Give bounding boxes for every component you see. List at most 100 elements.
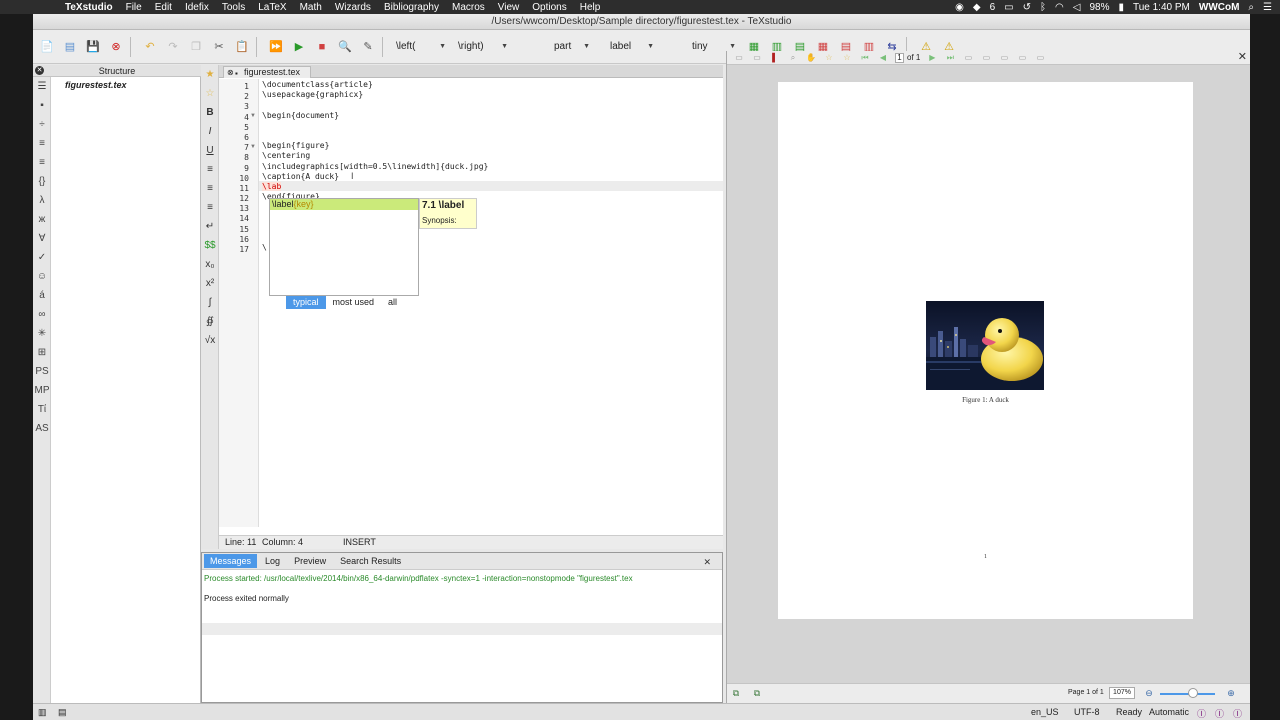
align-center-icon[interactable]: ≡ — [201, 179, 219, 198]
notification-center-icon[interactable]: ☰ — [1263, 2, 1272, 13]
delimiters-icon[interactable]: {} — [33, 172, 51, 191]
view-pdf-icon[interactable]: 🔍 — [336, 38, 354, 56]
menu-math[interactable]: Math — [300, 2, 322, 13]
menu-view[interactable]: View — [498, 2, 520, 13]
tab-figurestest[interactable]: ⊗ ▪ figurestest.tex — [223, 66, 312, 78]
dropbox-icon[interactable]: ◆ — [973, 2, 981, 13]
redo-icon[interactable]: ↷ — [164, 38, 182, 56]
smiley-icon[interactable]: ☺ — [33, 267, 51, 286]
open-file-icon[interactable]: ▤ — [61, 38, 79, 56]
airplay-icon[interactable]: ▭ — [1004, 2, 1013, 13]
save-icon[interactable]: 💾 — [84, 38, 102, 56]
language-select[interactable]: en_US — [1031, 707, 1059, 717]
volume-icon[interactable]: ◁ — [1073, 2, 1081, 13]
stop-icon[interactable]: ■ — [313, 38, 331, 56]
bold-icon[interactable]: B — [201, 103, 219, 122]
pdf-prev-page-icon[interactable]: ◀ — [877, 53, 889, 63]
completion-tab-most-used[interactable]: most used — [326, 296, 382, 309]
tab-messages[interactable]: Messages — [204, 554, 258, 568]
pdf-page[interactable]: Figure 1: A duck 1 — [778, 82, 1193, 619]
close-icon[interactable]: ✕ — [697, 555, 717, 569]
underline-icon[interactable]: U — [201, 141, 219, 160]
pdf-zoom-icon[interactable]: ⌕ — [787, 53, 799, 63]
asymptote-icon[interactable]: AS — [33, 419, 51, 438]
compile-icon[interactable]: ▶ — [290, 38, 308, 56]
pdf-star-next-icon[interactable]: ☆ — [841, 53, 853, 63]
accent-icon[interactable]: á — [33, 286, 51, 305]
pdf-first-page-icon[interactable]: ⏮ — [859, 53, 871, 63]
notification-badge[interactable]: 6 — [990, 2, 996, 13]
menu-edit[interactable]: Edit — [155, 2, 172, 13]
bookmark-icon[interactable]: ★ — [201, 65, 219, 84]
pdf-single-page-icon[interactable]: ▭ — [998, 53, 1010, 63]
pdf-print-icon[interactable]: ▭ — [751, 53, 763, 63]
zoom-out-icon[interactable]: ⊖ — [1143, 687, 1155, 699]
tab-log[interactable]: Log — [259, 554, 286, 568]
cut-icon[interactable]: ✂ — [210, 38, 228, 56]
undo-icon[interactable]: ↶ — [141, 38, 159, 56]
pdf-sync-back-icon[interactable]: ⧉ — [751, 687, 763, 699]
menu-help[interactable]: Help — [580, 2, 601, 13]
pdf-continuous-icon[interactable]: ▭ — [1016, 53, 1028, 63]
structure-icon[interactable]: ☰ — [33, 77, 51, 96]
align-left-icon[interactable]: ≡ — [201, 160, 219, 179]
autocomplete-list[interactable]: \label{key} — [269, 198, 419, 296]
metapost-icon[interactable]: MP — [33, 381, 51, 400]
new-file-icon[interactable]: 📄 — [38, 38, 56, 56]
menu-latex[interactable]: LaTeX — [258, 2, 286, 13]
time-machine-icon[interactable]: ↺ — [1023, 2, 1031, 13]
pdf-page-input[interactable]: 1 — [895, 52, 904, 63]
structure-file-entry[interactable]: figurestest.tex — [65, 80, 127, 90]
subscript-icon[interactable]: x₀ — [201, 255, 219, 274]
menu-idefix[interactable]: Idefix — [185, 2, 209, 13]
completion-tab-all[interactable]: all — [381, 296, 404, 309]
pdf-next-page-icon[interactable]: ▶ — [926, 53, 938, 63]
pdf-sync-icon[interactable]: ⧉ — [730, 687, 742, 699]
toggle-structure-icon[interactable]: ▥ — [38, 707, 47, 718]
bookmark-next-icon[interactable]: ☆ — [201, 84, 219, 103]
tab-search-results[interactable]: Search Results — [334, 554, 407, 568]
autocomplete-item-selected[interactable]: \label{key} — [270, 199, 418, 210]
pdf-star-icon[interactable]: ☆ — [823, 53, 835, 63]
pdf-bookmark-icon[interactable]: ▌ — [769, 53, 781, 63]
close-tab-icon[interactable]: ⊗ — [227, 67, 234, 78]
user-name[interactable]: WWCoM — [1199, 2, 1240, 13]
menu-options[interactable]: Options — [532, 2, 566, 13]
spotlight-icon[interactable]: ⌕ — [1248, 2, 1254, 13]
pdf-hand-icon[interactable]: ✋ — [805, 53, 817, 63]
build-view-icon[interactable]: ⏩ — [267, 38, 285, 56]
tikz-commands-icon[interactable]: Tί — [33, 400, 51, 419]
tikz-icon[interactable]: ⊞ — [33, 343, 51, 362]
asterisk-icon[interactable]: ✳ — [33, 324, 51, 343]
menu-macros[interactable]: Macros — [452, 2, 485, 13]
close-file-icon[interactable]: ⊗ — [107, 38, 125, 56]
close-icon[interactable]: ✕ — [35, 66, 44, 75]
pdf-fit-page-icon[interactable]: ▭ — [980, 53, 992, 63]
fold-arrow-icon[interactable]: ▼ — [250, 144, 256, 150]
relation-icon[interactable]: ÷ — [33, 115, 51, 134]
close-icon[interactable]: ✕ — [1238, 51, 1247, 64]
grammar-icon[interactable]: Ⓘ — [1215, 707, 1224, 720]
battery-text[interactable]: 98% — [1089, 2, 1109, 13]
copy-icon[interactable]: ❐ — [187, 38, 205, 56]
menu-tools[interactable]: Tools — [222, 2, 245, 13]
left-delimiter-combo[interactable]: \left(▼ — [392, 38, 450, 56]
menu-wizards[interactable]: Wizards — [335, 2, 371, 13]
italic-icon[interactable]: I — [201, 122, 219, 141]
record-icon[interactable]: ◉ — [955, 2, 964, 13]
align-right-icon[interactable]: ≡ — [201, 198, 219, 217]
fraction-icon[interactable]: ∫ — [201, 293, 219, 312]
clock-text[interactable]: Tue 1:40 PM — [1133, 2, 1190, 13]
right-delimiter-combo[interactable]: \right) ▼ — [454, 38, 512, 56]
completion-tab-typical[interactable]: typical — [286, 296, 326, 309]
newline-icon[interactable]: ↵ — [201, 217, 219, 236]
pdf-zoom-select[interactable]: 107% — [1109, 687, 1135, 699]
sectioning-combo[interactable]: part ▼ — [516, 38, 594, 56]
math-mode-icon[interactable]: $$ — [201, 236, 219, 255]
battery-icon[interactable]: ▮ — [1118, 2, 1124, 13]
superscript-icon[interactable]: x² — [201, 274, 219, 293]
zoom-slider-handle[interactable] — [1188, 688, 1198, 698]
zoom-in-icon[interactable]: ⊕ — [1225, 687, 1237, 699]
dfrac-icon[interactable]: ∯ — [201, 312, 219, 331]
arrows-icon[interactable]: ≡ — [33, 134, 51, 153]
